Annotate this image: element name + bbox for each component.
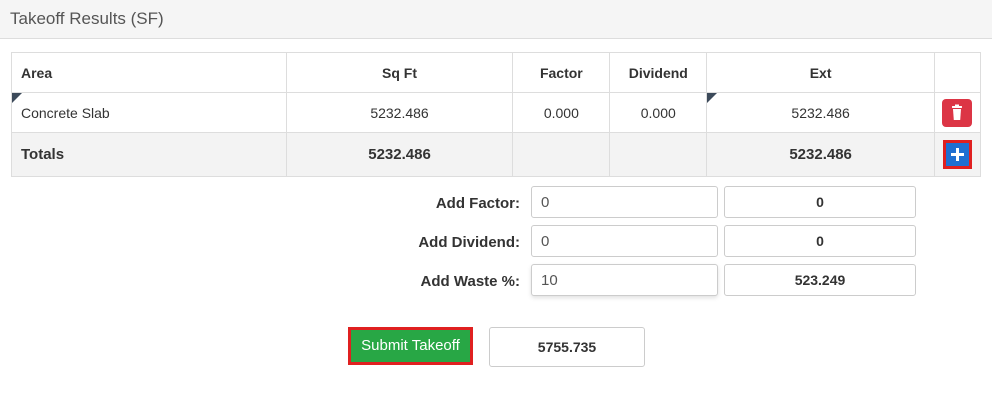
table-header-row: Area Sq Ft Factor Dividend Ext: [11, 52, 982, 93]
cell-marker-icon: [707, 93, 718, 103]
panel-header: Takeoff Results (SF): [0, 0, 992, 39]
delete-row-button[interactable]: [942, 99, 973, 127]
totals-dividend: [609, 132, 708, 177]
add-factor-label: Add Factor:: [435, 195, 520, 212]
totals-ext: 5232.486: [706, 132, 935, 177]
grand-total-display: 5755.735: [489, 327, 645, 367]
column-header-factor: Factor: [512, 52, 611, 93]
sqft-cell: 5232.486: [285, 92, 514, 133]
panel-title: Takeoff Results (SF): [10, 9, 164, 28]
column-header-area: Area: [11, 52, 287, 93]
column-header-dividend: Dividend: [609, 52, 708, 93]
add-dividend-input[interactable]: [531, 225, 718, 257]
add-waste-input[interactable]: [531, 264, 718, 296]
area-cell[interactable]: Concrete Slab: [11, 92, 287, 133]
dividend-cell: 0.000: [609, 92, 708, 133]
totals-label: Totals: [11, 132, 287, 177]
trash-icon: [952, 104, 963, 120]
column-header-actions: [933, 52, 982, 93]
takeoff-table: Area Sq Ft Factor Dividend Ext Concrete …: [11, 52, 982, 177]
table-row: Concrete Slab 5232.486 0.000 0.000 5232.…: [11, 92, 982, 133]
area-name: Concrete Slab: [21, 104, 110, 121]
totals-sqft: 5232.486: [285, 132, 514, 177]
column-header-sqft: Sq Ft: [285, 52, 514, 93]
ext-cell[interactable]: 5232.486: [706, 92, 935, 133]
cell-marker-icon: [12, 93, 22, 103]
submit-takeoff-button[interactable]: Submit Takeoff: [348, 327, 473, 365]
add-waste-label: Add Waste %:: [420, 273, 520, 290]
add-row-button[interactable]: [942, 140, 972, 169]
totals-factor: [512, 132, 611, 177]
ext-value: 5232.486: [791, 104, 850, 121]
add-dividend-result: 0: [724, 225, 916, 257]
factor-cell: 0.000: [512, 92, 611, 133]
totals-actions-cell: [933, 132, 982, 177]
row-actions-cell: [933, 92, 982, 133]
add-factor-result: 0: [724, 186, 916, 218]
add-waste-result: 523.249: [724, 264, 916, 296]
add-factor-input[interactable]: [531, 186, 718, 218]
add-dividend-label: Add Dividend:: [418, 234, 520, 251]
totals-row: Totals 5232.486 5232.486: [11, 132, 982, 177]
column-header-ext: Ext: [706, 52, 935, 93]
